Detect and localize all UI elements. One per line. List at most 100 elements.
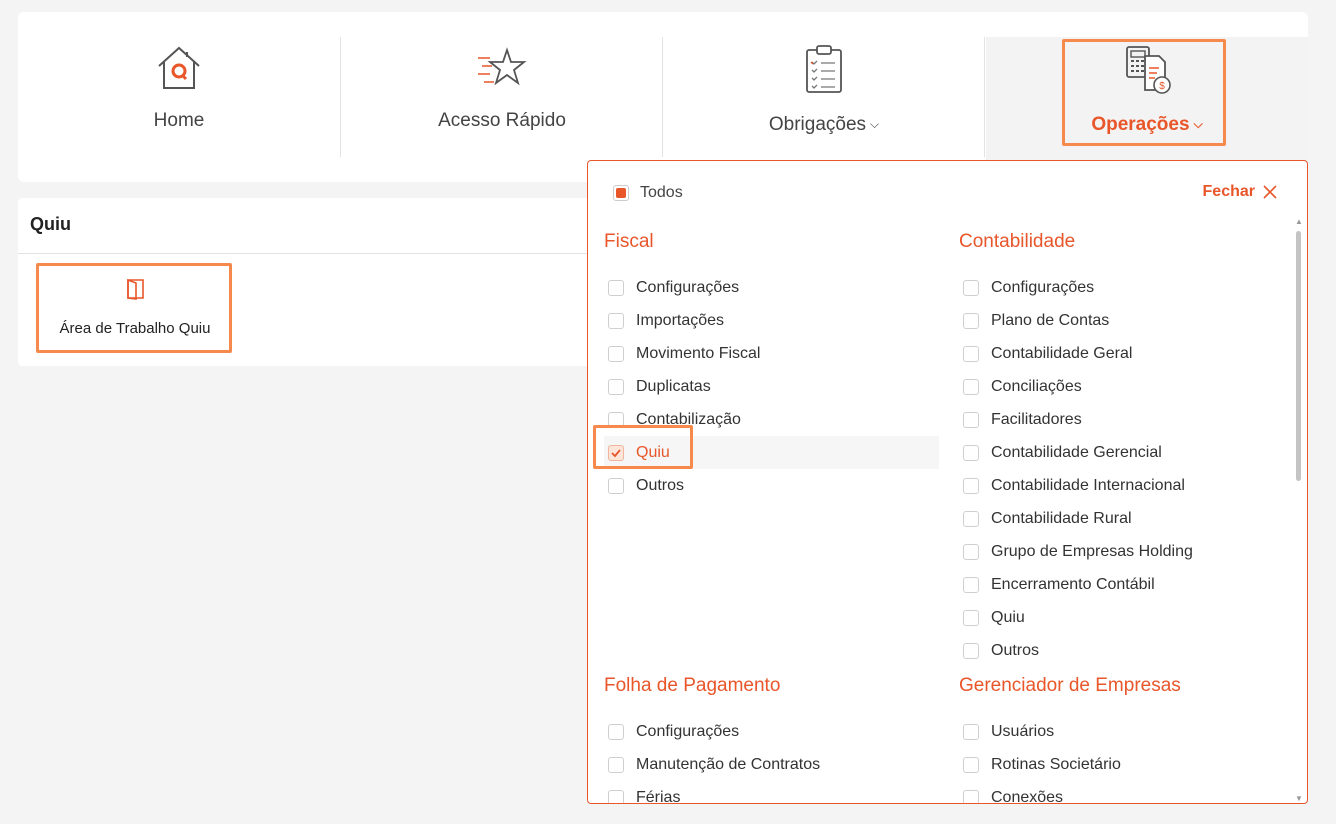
option-item[interactable]: Duplicatas (604, 370, 939, 403)
checkbox[interactable] (963, 444, 979, 461)
scrollbar-thumb[interactable] (1296, 231, 1301, 481)
quiu-workspace-card[interactable]: Área de Trabalho Quiu (38, 264, 232, 352)
nav-quick-access-label: Acesso Rápido (438, 110, 566, 131)
checkbox-indeterminate[interactable] (613, 185, 629, 201)
nav-quick-access[interactable]: Acesso Rápido (341, 12, 663, 182)
checkbox[interactable] (963, 642, 979, 659)
option-label: Quiu (636, 443, 670, 461)
option-item[interactable]: Configurações (604, 271, 939, 304)
option-item[interactable]: Contabilidade Internacional (959, 469, 1294, 502)
star-icon (474, 42, 530, 97)
nav-obligations[interactable]: Obrigações ⌵ (663, 12, 985, 182)
checkbox[interactable] (963, 756, 979, 773)
checkbox[interactable] (608, 378, 624, 395)
top-navigation: Home Acesso Rápido Obrigações ⌵ $ Operaç… (18, 12, 1308, 182)
checkbox[interactable] (963, 312, 979, 329)
option-item[interactable]: Importações (604, 304, 939, 337)
option-item[interactable]: Usuários (959, 715, 1294, 748)
option-item[interactable]: Quiu (959, 601, 1294, 634)
chevron-down-icon: ⌵ (870, 117, 880, 131)
option-item[interactable]: Encerramento Contábil (959, 568, 1294, 601)
checkbox[interactable] (608, 411, 624, 428)
option-label: Facilitadores (991, 410, 1082, 428)
checkbox[interactable] (608, 312, 624, 329)
checkbox[interactable] (963, 411, 979, 428)
option-item[interactable]: Plano de Contas (959, 304, 1294, 337)
option-label: Outros (991, 641, 1040, 659)
home-icon (154, 42, 204, 99)
section-title: Contabilidade (959, 231, 1076, 252)
option-item[interactable]: Facilitadores (959, 403, 1294, 436)
option-label: Configurações (636, 722, 740, 740)
checkbox-checked[interactable] (608, 444, 624, 461)
option-item[interactable]: Quiu (604, 436, 939, 469)
option-label: Contabilidade Internacional (991, 476, 1185, 494)
option-item[interactable]: Configurações (959, 271, 1294, 304)
nav-operations-label: Operações ⌵ (1091, 114, 1203, 135)
option-label: Contabilidade Geral (991, 344, 1133, 362)
checkbox[interactable] (963, 543, 979, 560)
checkbox[interactable] (608, 723, 624, 740)
checkbox[interactable] (963, 789, 979, 803)
option-item[interactable]: Contabilidade Geral (959, 337, 1294, 370)
checkbox[interactable] (963, 279, 979, 296)
option-label: Outros (636, 476, 685, 494)
option-item[interactable]: Férias (604, 781, 939, 803)
close-icon (1263, 185, 1277, 199)
checkbox[interactable] (963, 576, 979, 593)
option-label: Contabilidade Gerencial (991, 443, 1162, 461)
option-item[interactable]: Outros (604, 469, 939, 502)
scroll-up-icon[interactable]: ▲ (1295, 217, 1303, 226)
door-icon (126, 278, 146, 305)
option-label: Quiu (991, 608, 1025, 626)
option-label: Encerramento Contábil (991, 575, 1155, 593)
option-item[interactable]: Outros (959, 634, 1294, 667)
panel-divider (18, 253, 598, 254)
option-item[interactable]: Manutenção de Contratos (604, 748, 939, 781)
checkbox[interactable] (608, 789, 624, 803)
option-item[interactable]: Rotinas Societário (959, 748, 1294, 781)
checkbox[interactable] (608, 477, 624, 494)
option-label: Movimento Fiscal (636, 344, 761, 362)
nav-home-label: Home (153, 110, 205, 131)
option-label: Manutenção de Contratos (636, 755, 821, 773)
option-label: Contabilização (636, 410, 741, 428)
option-item[interactable]: Contabilidade Rural (959, 502, 1294, 535)
option-label: Usuários (991, 722, 1055, 740)
checkbox[interactable] (608, 756, 624, 773)
nav-home[interactable]: Home (18, 12, 340, 182)
scrollbar[interactable]: ▲ ▼ (1293, 217, 1305, 803)
checkbox[interactable] (963, 723, 979, 740)
checkbox[interactable] (963, 510, 979, 527)
option-item[interactable]: Grupo de Empresas Holding (959, 535, 1294, 568)
section-title: Gerenciador de Empresas (959, 675, 1181, 696)
section-gerenciador-empresas: Gerenciador de Empresas Usuários Rotinas … (959, 675, 1294, 803)
checkbox[interactable] (963, 477, 979, 494)
option-item[interactable]: Movimento Fiscal (604, 337, 939, 370)
checkbox[interactable] (608, 345, 624, 362)
option-item[interactable]: Conciliações (959, 370, 1294, 403)
select-all-label: Todos (640, 184, 683, 201)
select-all-checkbox[interactable]: Todos (613, 184, 683, 202)
option-label: Conciliações (991, 377, 1082, 395)
option-item[interactable]: Configurações (604, 715, 939, 748)
svg-text:$: $ (1159, 81, 1165, 92)
scroll-down-icon[interactable]: ▼ (1295, 794, 1303, 803)
checkbox[interactable] (608, 279, 624, 296)
section-title: Folha de Pagamento (604, 675, 781, 696)
checkbox[interactable] (963, 345, 979, 362)
option-label: Duplicatas (636, 377, 711, 395)
checkmark-icon (611, 448, 621, 457)
nav-operations[interactable]: $ Operações ⌵ (986, 12, 1308, 182)
option-label: Rotinas Societário (991, 755, 1121, 773)
nav-obligations-label: Obrigações ⌵ (768, 114, 880, 135)
option-label: Grupo de Empresas Holding (991, 542, 1193, 560)
close-button[interactable]: Fechar (1203, 183, 1277, 201)
checkbox[interactable] (963, 609, 979, 626)
option-label: Importações (636, 311, 725, 329)
checkbox[interactable] (963, 378, 979, 395)
option-label: Configurações (991, 278, 1095, 296)
option-item[interactable]: Conexões (959, 781, 1294, 803)
option-item[interactable]: Contabilização (604, 403, 939, 436)
option-item[interactable]: Contabilidade Gerencial (959, 436, 1294, 469)
